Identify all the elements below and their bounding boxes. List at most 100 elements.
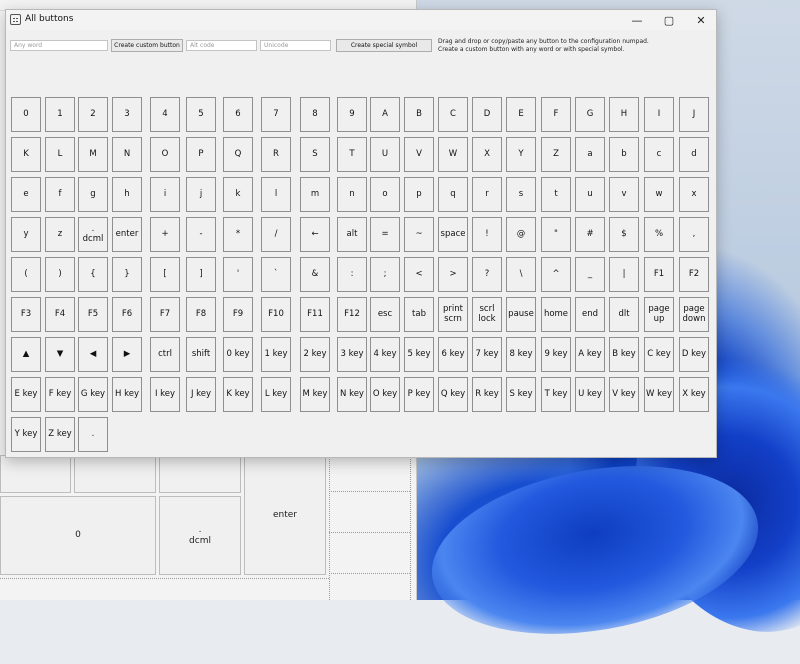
key-button[interactable]: F1 xyxy=(644,257,674,292)
key-button[interactable]: ) xyxy=(45,257,75,292)
key-button[interactable]: F7 xyxy=(150,297,180,332)
key-button[interactable]: 4 xyxy=(150,97,180,132)
key-button[interactable]: ~ xyxy=(404,217,434,252)
key-button[interactable]: W xyxy=(438,137,468,172)
key-button[interactable]: | xyxy=(609,257,639,292)
key-button[interactable]: V xyxy=(404,137,434,172)
key-button[interactable]: 0 xyxy=(11,97,41,132)
key-button[interactable]: 6 key xyxy=(438,337,468,372)
key-button[interactable]: [ xyxy=(150,257,180,292)
key-button[interactable]: y xyxy=(11,217,41,252)
key-button[interactable]: P key xyxy=(404,377,434,412)
key-button[interactable]: = xyxy=(370,217,400,252)
minimize-icon[interactable]: — xyxy=(621,10,653,30)
key-button[interactable]: u xyxy=(575,177,605,212)
key-button[interactable]: 1 key xyxy=(261,337,291,372)
key-button[interactable]: F9 xyxy=(223,297,253,332)
key-button[interactable]: Z key xyxy=(45,417,75,452)
key-button[interactable]: F6 xyxy=(112,297,142,332)
key-button[interactable]: A xyxy=(370,97,400,132)
key-button[interactable]: E xyxy=(506,97,536,132)
key-button[interactable]: ctrl xyxy=(150,337,180,372)
key-button[interactable]: A key xyxy=(575,337,605,372)
config-enter-key[interactable]: enter xyxy=(244,455,326,575)
key-button[interactable]: F8 xyxy=(186,297,216,332)
key-button[interactable]: pause xyxy=(506,297,536,332)
key-button[interactable]: / xyxy=(261,217,291,252)
key-button[interactable]: i xyxy=(150,177,180,212)
key-button[interactable]: K key xyxy=(223,377,253,412)
key-button[interactable]: ▼ xyxy=(45,337,75,372)
key-button[interactable]: q xyxy=(438,177,468,212)
key-button[interactable]: space xyxy=(438,217,468,252)
key-button[interactable]: n xyxy=(337,177,367,212)
key-button[interactable]: F3 xyxy=(11,297,41,332)
key-button[interactable]: I key xyxy=(150,377,180,412)
key-button[interactable]: T xyxy=(337,137,367,172)
key-button[interactable]: - xyxy=(186,217,216,252)
key-button[interactable]: tab xyxy=(404,297,434,332)
key-button[interactable]: $ xyxy=(609,217,639,252)
key-button[interactable]: T key xyxy=(541,377,571,412)
key-button[interactable]: 2 key xyxy=(300,337,330,372)
key-button[interactable]: F xyxy=(541,97,571,132)
key-button[interactable]: : xyxy=(337,257,367,292)
key-button[interactable]: > xyxy=(438,257,468,292)
key-button[interactable]: + xyxy=(150,217,180,252)
title-bar[interactable]: All buttons — ▢ ✕ xyxy=(6,10,716,30)
key-button[interactable]: l xyxy=(261,177,291,212)
key-button[interactable]: M xyxy=(78,137,108,172)
key-button[interactable]: 9 key xyxy=(541,337,571,372)
key-button[interactable]: ^ xyxy=(541,257,571,292)
key-button[interactable]: c xyxy=(644,137,674,172)
key-button[interactable]: 0 key xyxy=(223,337,253,372)
key-button[interactable]: V key xyxy=(609,377,639,412)
key-button[interactable]: C key xyxy=(644,337,674,372)
key-button[interactable]: J key xyxy=(186,377,216,412)
key-button[interactable]: F4 xyxy=(45,297,75,332)
key-button[interactable]: X key xyxy=(679,377,709,412)
key-button[interactable]: S xyxy=(300,137,330,172)
key-button[interactable]: G xyxy=(575,97,605,132)
key-button[interactable]: w xyxy=(644,177,674,212)
key-button[interactable]: # xyxy=(575,217,605,252)
key-button[interactable]: } xyxy=(112,257,142,292)
key-button[interactable]: f xyxy=(45,177,75,212)
key-button[interactable]: z xyxy=(45,217,75,252)
config-zero-key[interactable]: 0 xyxy=(0,496,156,575)
key-button[interactable]: R xyxy=(261,137,291,172)
key-button[interactable]: 7 key xyxy=(472,337,502,372)
key-button[interactable]: U xyxy=(370,137,400,172)
key-button[interactable]: 2 xyxy=(78,97,108,132)
key-button[interactable]: e xyxy=(11,177,41,212)
key-button[interactable]: p xyxy=(404,177,434,212)
key-button[interactable]: enter xyxy=(112,217,142,252)
key-button[interactable]: L xyxy=(45,137,75,172)
key-button[interactable]: N xyxy=(112,137,142,172)
alt-code-input[interactable] xyxy=(186,40,257,51)
key-button[interactable]: F2 xyxy=(679,257,709,292)
key-button[interactable]: < xyxy=(404,257,434,292)
key-button[interactable]: * xyxy=(223,217,253,252)
key-button[interactable]: W key xyxy=(644,377,674,412)
key-button[interactable]: alt xyxy=(337,217,367,252)
key-button[interactable]: a xyxy=(575,137,605,172)
maximize-icon[interactable]: ▢ xyxy=(653,10,685,30)
key-button[interactable]: Q key xyxy=(438,377,468,412)
key-button[interactable]: x xyxy=(679,177,709,212)
key-button[interactable]: r xyxy=(472,177,502,212)
key-button[interactable]: @ xyxy=(506,217,536,252)
key-button[interactable]: ◀ xyxy=(78,337,108,372)
key-button[interactable]: ▲ xyxy=(11,337,41,372)
key-button[interactable]: print scrn xyxy=(438,297,468,332)
key-button[interactable]: s xyxy=(506,177,536,212)
key-button[interactable]: F10 xyxy=(261,297,291,332)
key-button[interactable]: & xyxy=(300,257,330,292)
key-button[interactable]: d xyxy=(679,137,709,172)
key-button[interactable]: home xyxy=(541,297,571,332)
key-button[interactable]: 5 key xyxy=(404,337,434,372)
key-button[interactable]: B xyxy=(404,97,434,132)
key-button[interactable]: page up xyxy=(644,297,674,332)
key-button[interactable]: v xyxy=(609,177,639,212)
key-button[interactable]: K xyxy=(11,137,41,172)
